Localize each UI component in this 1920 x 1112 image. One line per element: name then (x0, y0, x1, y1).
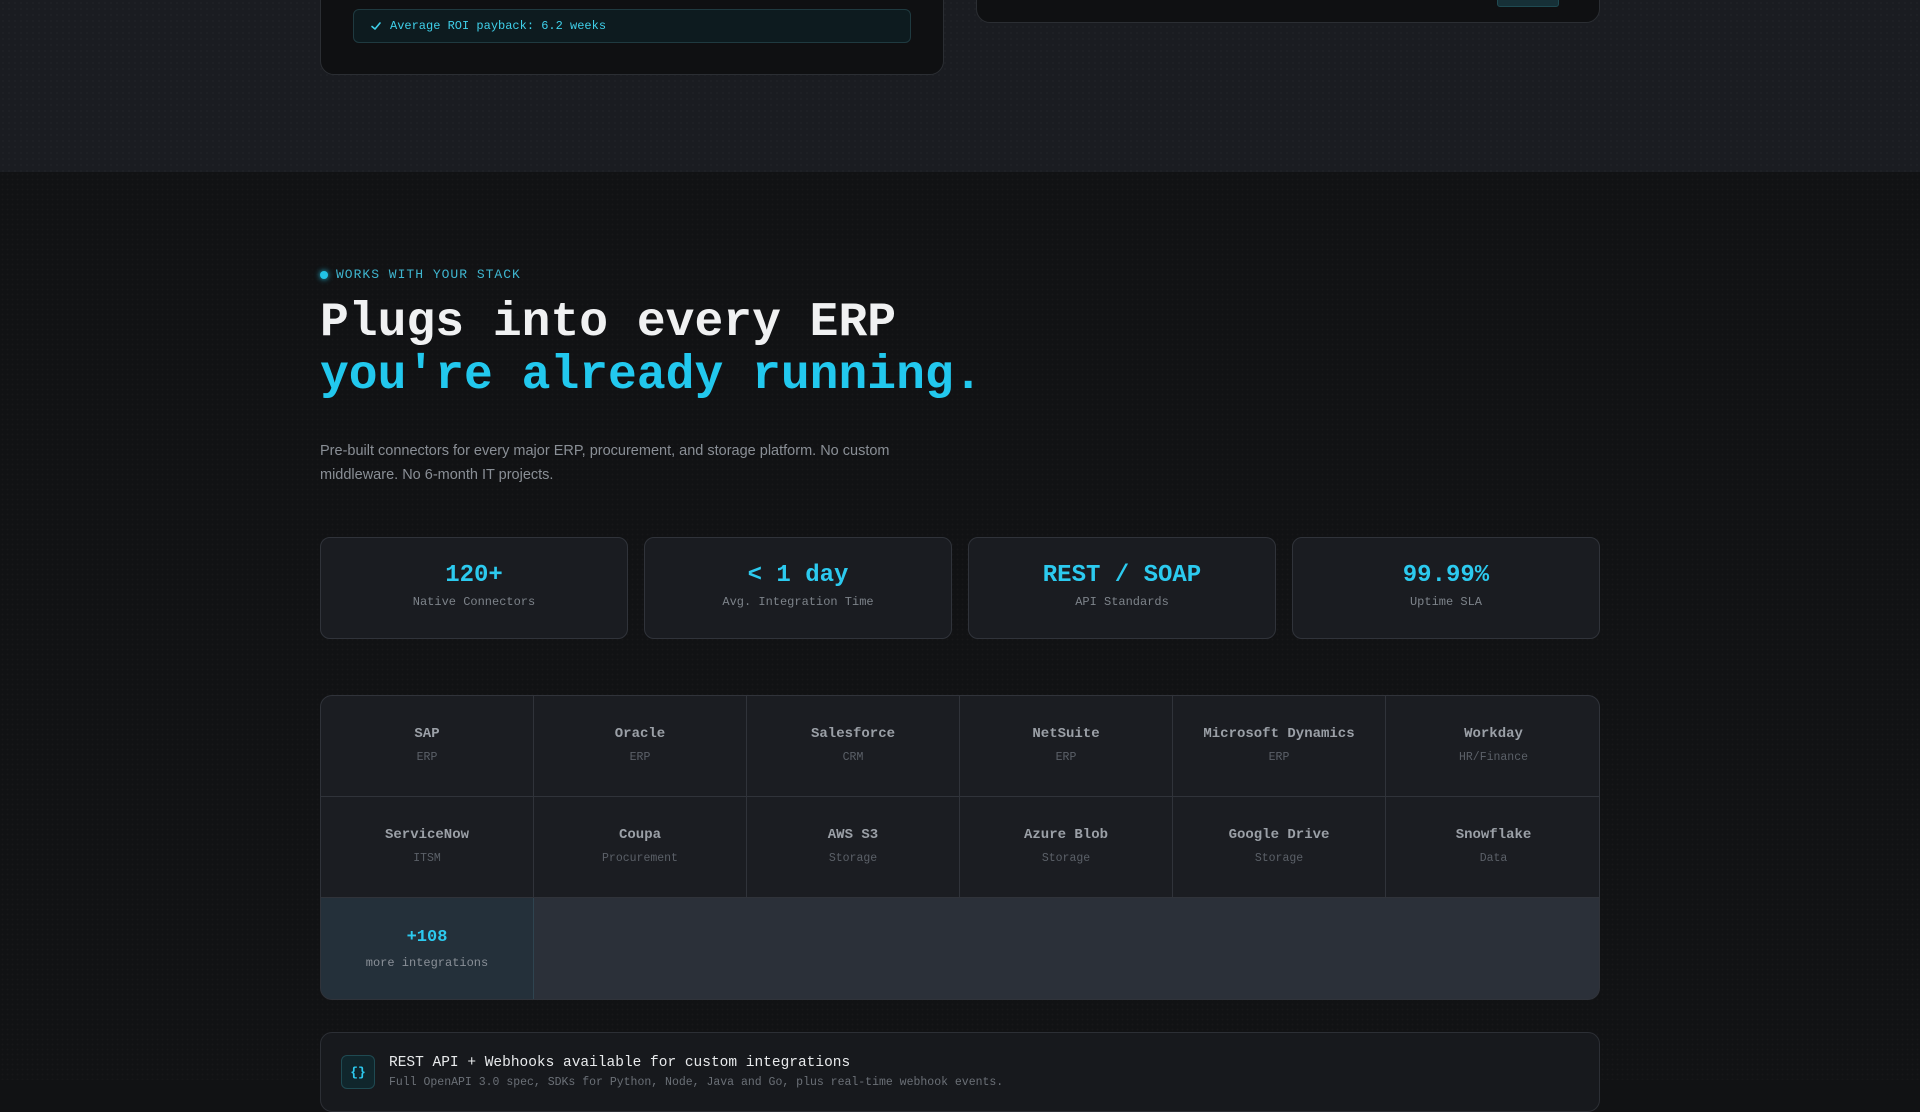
integrations-section: WORKS WITH YOUR STACK Plugs into every E… (0, 172, 1920, 1112)
section-headline: Plugs into every ERP you're already runn… (320, 297, 983, 403)
integration-tile-servicenow[interactable]: ServiceNow ITSM (321, 797, 534, 898)
api-banner-description: Full OpenAPI 3.0 spec, SDKs for Python, … (389, 1076, 1004, 1089)
integration-tile-netsuite[interactable]: NetSuite ERP (960, 696, 1173, 797)
integration-tile-salesforce[interactable]: Salesforce CRM (747, 696, 960, 797)
stat-value: < 1 day (747, 562, 849, 589)
integration-category: ERP (629, 751, 651, 764)
stat-label: Native Connectors (412, 595, 536, 609)
status-dot-icon (320, 270, 328, 279)
integration-tile-oracle[interactable]: Oracle ERP (534, 696, 747, 797)
stats-row: 120+ Native Connectors < 1 day Avg. Inte… (320, 537, 1600, 639)
stat-value: 120+ (445, 562, 503, 589)
integration-name: Google Drive (1228, 827, 1330, 843)
api-banner-title: REST API + Webhooks available for custom… (389, 1055, 851, 1071)
stat-label: API Standards (1075, 595, 1169, 609)
integration-tile-aws-s3[interactable]: AWS S3 Storage (747, 797, 960, 898)
previous-section: Average ROI payback: 6.2 weeks (0, 0, 1920, 172)
integration-tile-coupa[interactable]: Coupa Procurement (534, 797, 747, 898)
integration-category: Data (1479, 852, 1508, 865)
integration-name: SAP (414, 726, 440, 742)
stat-label: Uptime SLA (1409, 595, 1482, 609)
integration-name: Oracle (614, 726, 666, 742)
headline-line-1: Plugs into every ERP (320, 296, 897, 350)
integration-category: Storage (1254, 852, 1304, 865)
integrations-grid: SAP ERP Oracle ERP Salesforce CRM NetSui… (320, 695, 1600, 1000)
integration-name: AWS S3 (827, 827, 879, 843)
section-subtext: Pre-built connectors for every major ERP… (320, 442, 890, 483)
integration-name: Azure Blob (1023, 827, 1108, 843)
integration-tile-workday[interactable]: Workday HR/Finance (1386, 696, 1599, 797)
integration-category: ERP (1268, 751, 1290, 764)
integration-name: Coupa (618, 827, 661, 843)
integration-name: NetSuite (1032, 726, 1100, 742)
check-icon (371, 22, 381, 30)
integration-category: ERP (1055, 751, 1077, 764)
eyebrow-label: WORKS WITH YOUR STACK (336, 267, 521, 282)
integration-name: ServiceNow (384, 827, 469, 843)
integration-name: Microsoft Dynamics (1203, 726, 1355, 742)
headline-line-2: you're already running. (320, 349, 983, 403)
stat-value: 99.99% (1402, 562, 1490, 589)
roi-callout: Average ROI payback: 6.2 weeks (353, 9, 911, 43)
integration-tile-snowflake[interactable]: Snowflake Data (1386, 797, 1599, 898)
integration-tile-google-drive[interactable]: Google Drive Storage (1173, 797, 1386, 898)
integration-category: Storage (828, 852, 878, 865)
integration-name: Workday (1464, 726, 1523, 742)
card-action-button[interactable] (1497, 0, 1559, 7)
stat-value: REST / SOAP (1042, 562, 1202, 589)
integration-tile-sap[interactable]: SAP ERP (321, 696, 534, 797)
stat-label: Avg. Integration Time (722, 595, 874, 609)
integration-category: HR/Finance (1458, 751, 1528, 764)
more-integrations-label: more integrations (365, 956, 489, 970)
roi-text: Average ROI payback: 6.2 weeks (390, 19, 607, 33)
code-braces-icon: {} (341, 1055, 375, 1089)
stat-card-integration-time: < 1 day Avg. Integration Time (644, 537, 952, 639)
integration-name: Salesforce (810, 726, 895, 742)
more-integrations-count: +108 (406, 928, 448, 947)
integration-category: ERP (416, 751, 438, 764)
integration-category: Storage (1041, 852, 1091, 865)
integration-category: ITSM (413, 852, 441, 865)
integration-tile-microsoft-dynamics[interactable]: Microsoft Dynamics ERP (1173, 696, 1386, 797)
integration-tile-azure-blob[interactable]: Azure Blob Storage (960, 797, 1173, 898)
cost-card (976, 0, 1600, 23)
api-banner: {} REST API + Webhooks available for cus… (320, 1032, 1600, 1112)
integration-name: Snowflake (1455, 827, 1532, 843)
integration-category: CRM (842, 751, 864, 764)
stat-card-api-standards: REST / SOAP API Standards (968, 537, 1276, 639)
stat-card-uptime: 99.99% Uptime SLA (1292, 537, 1600, 639)
more-integrations-tile[interactable]: +108 more integrations (321, 898, 534, 999)
eyebrow: WORKS WITH YOUR STACK (320, 267, 521, 282)
roi-card: Average ROI payback: 6.2 weeks (320, 0, 944, 75)
integration-category: Procurement (602, 852, 678, 865)
stat-card-connectors: 120+ Native Connectors (320, 537, 628, 639)
